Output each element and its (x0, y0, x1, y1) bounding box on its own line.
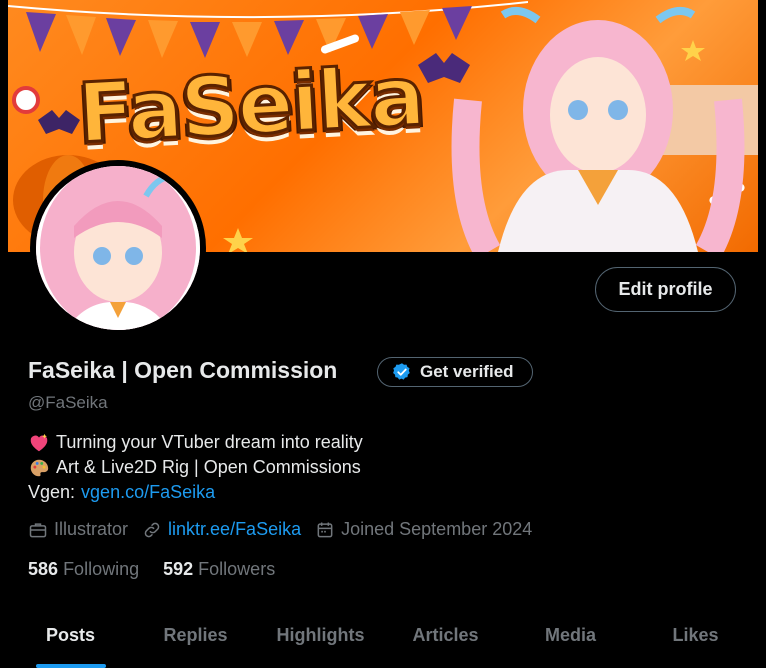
vgen-prefix: Vgen: (28, 482, 76, 502)
following-label: Following (63, 559, 140, 579)
display-name: FaSeika | Open Commission (28, 357, 338, 383)
tab-media[interactable]: Media (508, 605, 633, 668)
occupation: Illustrator (28, 519, 128, 540)
vgen-link[interactable]: vgen.co/FaSeika (81, 480, 215, 505)
following-link[interactable]: 586 Following (28, 559, 139, 580)
briefcase-icon (29, 522, 47, 537)
followers-link[interactable]: 592 Followers (163, 559, 275, 580)
website-link[interactable]: linktr.ee/FaSeika (168, 519, 301, 540)
profile-tabs: Posts Replies Highlights Articles Media … (8, 605, 758, 668)
verified-badge-icon (393, 363, 410, 380)
profile-page: FaSeika Edit profile FaSeika | Open Comm… (8, 0, 758, 668)
user-handle: @FaSeika (28, 393, 108, 412)
tab-articles[interactable]: Articles (383, 605, 508, 668)
tab-replies[interactable]: Replies (133, 605, 258, 668)
follow-stats: 586 Following 592 Followers (28, 559, 299, 580)
website: linktr.ee/FaSeika (142, 519, 301, 540)
banner-logo-text: FaSeika (74, 48, 427, 164)
link-icon (144, 522, 160, 537)
palette-icon (28, 457, 50, 479)
edit-profile-button[interactable]: Edit profile (595, 267, 736, 312)
tab-likes[interactable]: Likes (633, 605, 758, 668)
get-verified-button[interactable]: Get verified (377, 357, 533, 387)
bio: Turning your VTuber dream into reality A… (28, 430, 363, 505)
avatar[interactable] (30, 160, 206, 336)
character-illustration (451, 7, 758, 252)
sparkle-heart-icon (28, 432, 50, 454)
bio-line: Turning your VTuber dream into reality (28, 430, 363, 455)
tab-posts[interactable]: Posts (8, 605, 133, 668)
bio-line: Vgen: vgen.co/FaSeika (28, 480, 363, 505)
profile-meta: Illustrator linktr.ee/FaSeika Joined Sep… (28, 519, 546, 540)
join-date: Joined September 2024 (315, 519, 532, 540)
followers-label: Followers (198, 559, 276, 579)
get-verified-label: Get verified (420, 362, 514, 381)
occupation-label: Illustrator (54, 519, 129, 539)
bio-line: Art & Live2D Rig | Open Commissions (28, 455, 363, 480)
followers-count: 592 (163, 559, 194, 579)
bio-text: Turning your VTuber dream into reality (56, 432, 363, 452)
following-count: 586 (28, 559, 59, 579)
calendar-icon (317, 522, 333, 537)
avatar-image (36, 166, 200, 330)
joined-label: Joined September 2024 (341, 519, 533, 539)
bio-text: Art & Live2D Rig | Open Commissions (56, 457, 361, 477)
tab-highlights[interactable]: Highlights (258, 605, 383, 668)
